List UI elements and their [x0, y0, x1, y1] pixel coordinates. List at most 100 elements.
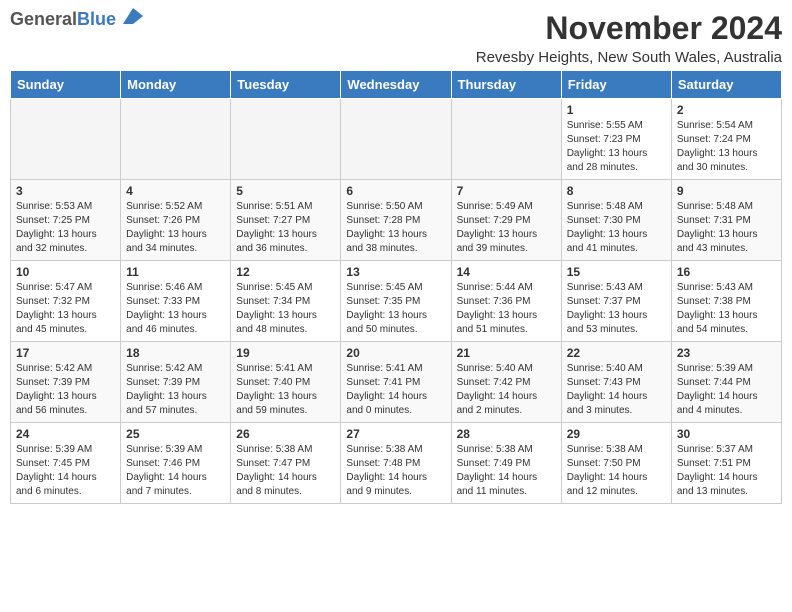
day-number: 28	[457, 427, 556, 441]
calendar-cell	[341, 99, 451, 180]
calendar-cell: 11Sunrise: 5:46 AM Sunset: 7:33 PM Dayli…	[121, 261, 231, 342]
day-number: 27	[346, 427, 445, 441]
calendar-cell: 8 Sunrise: 5:48 AM Sunset: 7:30 PM Daylig…	[561, 180, 671, 261]
day-number: 5	[236, 184, 335, 198]
calendar-cell: 6Sunrise: 5:50 AM Sunset: 7:28 PM Daylig…	[341, 180, 451, 261]
calendar-cell: 14 Sunrise: 5:44 AM Sunset: 7:36 PM Dayli…	[451, 261, 561, 342]
day-info: Sunrise: 5:49 AM Sunset: 7:29 PM Dayligh…	[457, 200, 556, 256]
calendar-cell: 19Sunrise: 5:41 AM Sunset: 7:40 PM Dayli…	[231, 342, 341, 423]
calendar-cell: 30Sunrise: 5:37 AM Sunset: 7:51 PM Dayli…	[671, 423, 781, 504]
header-day-monday: Monday	[121, 71, 231, 99]
logo-row: GeneralBlue	[10, 10, 143, 30]
day-number: 19	[236, 346, 335, 360]
week-row-4: 24 Sunrise: 5:39 AM Sunset: 7:45 PM Dayli…	[11, 423, 782, 504]
calendar-cell: 10 Sunrise: 5:47 AM Sunset: 7:32 PM Dayli…	[11, 261, 121, 342]
day-info: Sunrise: 5:44 AM Sunset: 7:36 PM Dayligh…	[457, 281, 556, 337]
header-day-saturday: Saturday	[671, 71, 781, 99]
day-info: Sunrise: 5:45 AM Sunset: 7:34 PM Dayligh…	[236, 281, 335, 337]
day-info: Sunrise: 5:41 AM Sunset: 7:41 PM Dayligh…	[346, 362, 445, 418]
calendar-cell: 29 Sunrise: 5:38 AM Sunset: 7:50 PM Dayli…	[561, 423, 671, 504]
day-number: 18	[126, 346, 225, 360]
calendar-cell: 7Sunrise: 5:49 AM Sunset: 7:29 PM Daylig…	[451, 180, 561, 261]
logo: GeneralBlue	[10, 10, 143, 30]
day-info: Sunrise: 5:40 AM Sunset: 7:42 PM Dayligh…	[457, 362, 556, 418]
calendar-cell: 26 Sunrise: 5:38 AM Sunset: 7:47 PM Dayli…	[231, 423, 341, 504]
calendar-cell: 12Sunrise: 5:45 AM Sunset: 7:34 PM Dayli…	[231, 261, 341, 342]
calendar-cell: 1 Sunrise: 5:55 AM Sunset: 7:23 PM Daylig…	[561, 99, 671, 180]
day-info: Sunrise: 5:38 AM Sunset: 7:50 PM Dayligh…	[567, 443, 666, 499]
day-info: Sunrise: 5:43 AM Sunset: 7:38 PM Dayligh…	[677, 281, 776, 337]
logo-container: GeneralBlue	[10, 10, 143, 30]
header-day-sunday: Sunday	[11, 71, 121, 99]
day-info: Sunrise: 5:52 AM Sunset: 7:26 PM Dayligh…	[126, 200, 225, 256]
calendar-cell: 2Sunrise: 5:54 AM Sunset: 7:24 PM Daylig…	[671, 99, 781, 180]
calendar-cell: 25 Sunrise: 5:39 AM Sunset: 7:46 PM Dayli…	[121, 423, 231, 504]
calendar-cell: 20 Sunrise: 5:41 AM Sunset: 7:41 PM Dayli…	[341, 342, 451, 423]
day-info: Sunrise: 5:50 AM Sunset: 7:28 PM Dayligh…	[346, 200, 445, 256]
day-info: Sunrise: 5:38 AM Sunset: 7:47 PM Dayligh…	[236, 443, 335, 499]
calendar-cell	[231, 99, 341, 180]
day-number: 24	[16, 427, 115, 441]
calendar-cell	[121, 99, 231, 180]
title-block: November 2024 Revesby Heights, New South…	[476, 10, 782, 66]
calendar-cell	[451, 99, 561, 180]
day-info: Sunrise: 5:42 AM Sunset: 7:39 PM Dayligh…	[126, 362, 225, 418]
day-number: 23	[677, 346, 776, 360]
day-info: Sunrise: 5:39 AM Sunset: 7:45 PM Dayligh…	[16, 443, 115, 499]
calendar-cell: 9Sunrise: 5:48 AM Sunset: 7:31 PM Daylig…	[671, 180, 781, 261]
day-number: 29	[567, 427, 666, 441]
day-number: 4	[126, 184, 225, 198]
calendar-body: 1 Sunrise: 5:55 AM Sunset: 7:23 PM Daylig…	[11, 99, 782, 504]
subtitle: Revesby Heights, New South Wales, Austra…	[476, 49, 782, 66]
day-info: Sunrise: 5:48 AM Sunset: 7:30 PM Dayligh…	[567, 200, 666, 256]
calendar-cell: 28 Sunrise: 5:38 AM Sunset: 7:49 PM Dayli…	[451, 423, 561, 504]
day-number: 26	[236, 427, 335, 441]
calendar-header: SundayMondayTuesdayWednesdayThursdayFrid…	[11, 71, 782, 99]
logo-icon	[123, 6, 143, 26]
day-number: 8	[567, 184, 666, 198]
calendar-cell: 4 Sunrise: 5:52 AM Sunset: 7:26 PM Daylig…	[121, 180, 231, 261]
header-row: SundayMondayTuesdayWednesdayThursdayFrid…	[11, 71, 782, 99]
day-number: 21	[457, 346, 556, 360]
week-row-3: 17 Sunrise: 5:42 AM Sunset: 7:39 PM Dayli…	[11, 342, 782, 423]
day-info: Sunrise: 5:47 AM Sunset: 7:32 PM Dayligh…	[16, 281, 115, 337]
logo-general: General	[10, 9, 77, 29]
day-number: 25	[126, 427, 225, 441]
calendar-cell: 13 Sunrise: 5:45 AM Sunset: 7:35 PM Dayli…	[341, 261, 451, 342]
header-day-friday: Friday	[561, 71, 671, 99]
day-info: Sunrise: 5:48 AM Sunset: 7:31 PM Dayligh…	[677, 200, 776, 256]
week-row-1: 3Sunrise: 5:53 AM Sunset: 7:25 PM Daylig…	[11, 180, 782, 261]
calendar-cell: 23 Sunrise: 5:39 AM Sunset: 7:44 PM Dayli…	[671, 342, 781, 423]
main-title: November 2024	[476, 10, 782, 47]
day-info: Sunrise: 5:55 AM Sunset: 7:23 PM Dayligh…	[567, 119, 666, 175]
calendar-cell: 18 Sunrise: 5:42 AM Sunset: 7:39 PM Dayli…	[121, 342, 231, 423]
week-row-2: 10 Sunrise: 5:47 AM Sunset: 7:32 PM Dayli…	[11, 261, 782, 342]
calendar-cell	[11, 99, 121, 180]
day-info: Sunrise: 5:38 AM Sunset: 7:48 PM Dayligh…	[346, 443, 445, 499]
calendar-cell: 15Sunrise: 5:43 AM Sunset: 7:37 PM Dayli…	[561, 261, 671, 342]
calendar-table: SundayMondayTuesdayWednesdayThursdayFrid…	[10, 70, 782, 504]
day-number: 10	[16, 265, 115, 279]
day-number: 14	[457, 265, 556, 279]
day-info: Sunrise: 5:46 AM Sunset: 7:33 PM Dayligh…	[126, 281, 225, 337]
header-day-tuesday: Tuesday	[231, 71, 341, 99]
header-day-thursday: Thursday	[451, 71, 561, 99]
day-info: Sunrise: 5:39 AM Sunset: 7:44 PM Dayligh…	[677, 362, 776, 418]
calendar-cell: 17Sunrise: 5:42 AM Sunset: 7:39 PM Dayli…	[11, 342, 121, 423]
header: GeneralBlue November 2024 Revesby Height…	[10, 10, 782, 66]
day-number: 20	[346, 346, 445, 360]
day-number: 1	[567, 103, 666, 117]
calendar-cell: 21 Sunrise: 5:40 AM Sunset: 7:42 PM Dayli…	[451, 342, 561, 423]
day-info: Sunrise: 5:53 AM Sunset: 7:25 PM Dayligh…	[16, 200, 115, 256]
header-day-wednesday: Wednesday	[341, 71, 451, 99]
week-row-0: 1 Sunrise: 5:55 AM Sunset: 7:23 PM Daylig…	[11, 99, 782, 180]
day-info: Sunrise: 5:45 AM Sunset: 7:35 PM Dayligh…	[346, 281, 445, 337]
day-number: 17	[16, 346, 115, 360]
day-info: Sunrise: 5:43 AM Sunset: 7:37 PM Dayligh…	[567, 281, 666, 337]
day-info: Sunrise: 5:38 AM Sunset: 7:49 PM Dayligh…	[457, 443, 556, 499]
day-info: Sunrise: 5:51 AM Sunset: 7:27 PM Dayligh…	[236, 200, 335, 256]
day-number: 22	[567, 346, 666, 360]
day-number: 13	[346, 265, 445, 279]
day-info: Sunrise: 5:39 AM Sunset: 7:46 PM Dayligh…	[126, 443, 225, 499]
calendar-cell: 27 Sunrise: 5:38 AM Sunset: 7:48 PM Dayli…	[341, 423, 451, 504]
